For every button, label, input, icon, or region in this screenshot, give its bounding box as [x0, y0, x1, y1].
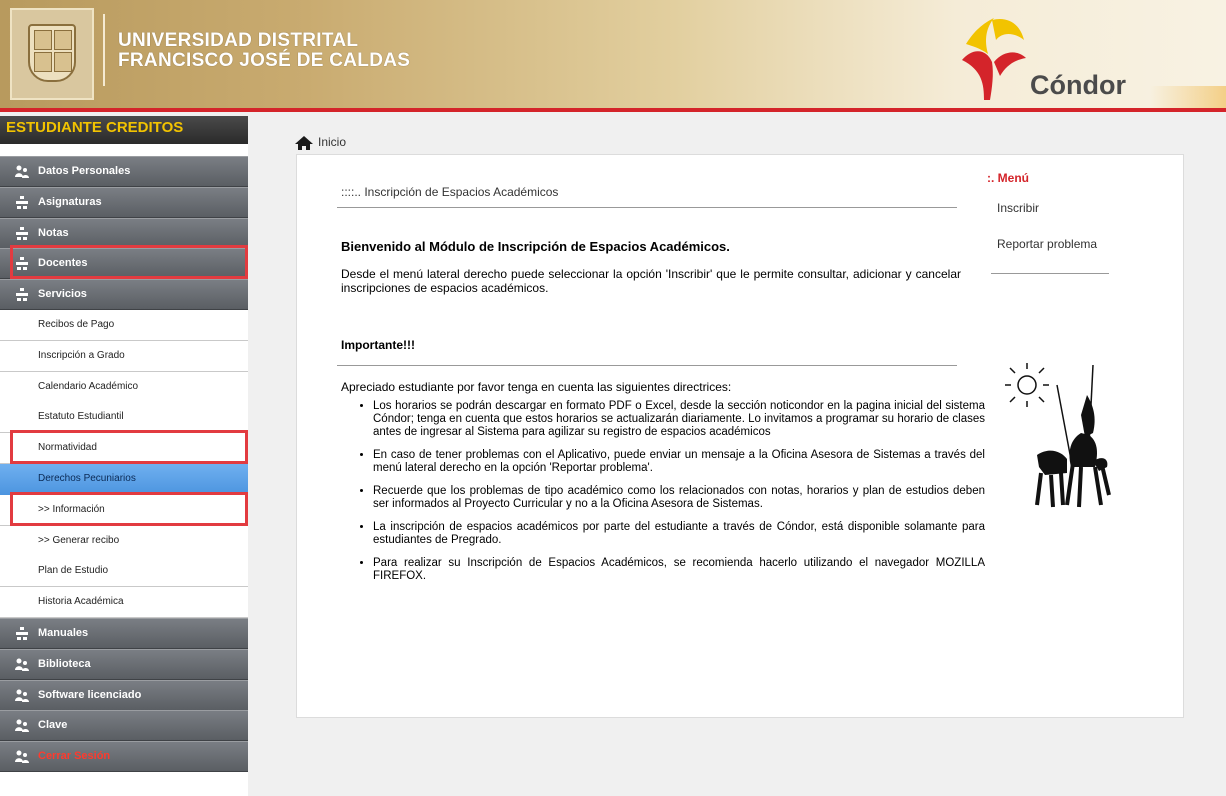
sidebar-item-plan-de-estudio[interactable]: Plan de Estudio [0, 556, 248, 587]
sidebar-item-label: Biblioteca [38, 658, 91, 670]
sidebar-item-label: Clave [38, 719, 68, 731]
user-group-icon [14, 657, 30, 673]
sidebar-item-calendario-academico[interactable]: Calendario Académico [0, 372, 248, 403]
sidebar-item-recibos-de-pago[interactable]: Recibos de Pago [0, 310, 248, 341]
sidebar-item-label: Datos Personales [38, 165, 131, 177]
important-heading: Importante!!! [341, 338, 415, 352]
page-title: ::::.. Inscripción de Espacios Académico… [341, 185, 559, 199]
sidebar-item-informacion[interactable]: >> Información [0, 495, 248, 526]
sidebar-item-cerrar-sesion[interactable]: Cerrar Sesión [0, 741, 248, 772]
sidebar-item-historia-academica[interactable]: Historia Académica [0, 587, 248, 618]
sidebar-item-normatividad[interactable]: Normatividad [0, 433, 248, 464]
app-header: UNIVERSIDAD DISTRITAL FRANCISCO JOSÉ DE … [0, 0, 1226, 112]
list-item: Recuerde que los problemas de tipo acadé… [373, 485, 985, 511]
divider [991, 273, 1109, 274]
reportar-problema-link[interactable]: Reportar problema [997, 237, 1097, 251]
directrices-list: Los horarios se podrán descargar en form… [349, 400, 985, 593]
welcome-heading: Bienvenido al Módulo de Inscripción de E… [341, 239, 730, 254]
list-item: La inscripción de espacios académicos po… [373, 521, 985, 547]
university-name-line1: UNIVERSIDAD DISTRITAL [118, 30, 359, 51]
sidebar-item-datos-personales[interactable]: Datos Personales [0, 156, 248, 187]
content-panel: ::::.. Inscripción de Espacios Académico… [296, 154, 1184, 718]
home-icon [295, 136, 313, 150]
sidebar-item-label: Docentes [38, 257, 88, 269]
tree-icon [14, 256, 30, 272]
user-group-icon [14, 749, 30, 765]
sidebar-item-label: >> Información [38, 504, 105, 515]
list-item: Para realizar su Inscripción de Espacios… [373, 557, 985, 583]
right-menu-title: :. Menú [987, 171, 1029, 185]
list-item: En caso de tener problemas con el Aplica… [373, 449, 985, 475]
sidebar-item-label: Servicios [38, 288, 87, 300]
sidebar-item-label: Recibos de Pago [38, 319, 115, 330]
sidebar-item-biblioteca[interactable]: Biblioteca [0, 649, 248, 680]
sidebar-item-estatuto-estudiantil[interactable]: Estatuto Estudiantil [0, 402, 248, 433]
breadcrumb-home-link[interactable]: Inicio [318, 135, 346, 149]
directrices-text: Apreciado estudiante por favor tenga en … [341, 380, 732, 394]
sidebar-item-notas[interactable]: Notas [0, 218, 248, 249]
sidebar-item-label: Notas [38, 227, 69, 239]
sidebar-item-derechos-pecuniarios[interactable]: Derechos Pecuniarios [0, 464, 248, 495]
tree-icon [14, 195, 30, 211]
sidebar-item-asignaturas[interactable]: Asignaturas [0, 187, 248, 218]
tree-icon [14, 287, 30, 303]
sidebar-item-label: Historia Académica [38, 596, 124, 607]
app-name: Cóndor [1030, 70, 1126, 100]
sidebar-title: ESTUDIANTE CREDITOS [0, 116, 248, 144]
user-group-icon [14, 164, 30, 180]
tree-icon [14, 226, 30, 242]
inscribir-link[interactable]: Inscribir [997, 201, 1039, 215]
don-quijote-illustration-icon [1005, 363, 1111, 508]
sidebar-item-label: Manuales [38, 627, 89, 639]
sidebar-title-label: ESTUDIANTE CREDITOS [6, 119, 184, 136]
user-group-icon [14, 688, 30, 704]
sidebar-item-inscripcion-a-grado[interactable]: Inscripción a Grado [0, 341, 248, 372]
sidebar-item-label: Derechos Pecuniarios [38, 473, 136, 484]
sidebar-item-label: >> Generar recibo [38, 535, 120, 546]
sidebar-item-label: Plan de Estudio [38, 565, 109, 576]
list-item: Los horarios se podrán descargar en form… [373, 400, 985, 439]
sidebar-item-manuales[interactable]: Manuales [0, 618, 248, 649]
condor-logo-icon [962, 18, 1026, 100]
sidebar-item-label: Asignaturas [38, 196, 102, 208]
sidebar-item-label: Estatuto Estudiantil [38, 411, 124, 422]
sidebar-item-clave[interactable]: Clave [0, 710, 248, 741]
university-crest-logo [10, 8, 94, 100]
intro-text: Desde el menú lateral derecho puede sele… [341, 267, 961, 295]
sidebar-item-label: Normatividad [38, 442, 97, 453]
sidebar-item-software-licenciado[interactable]: Software licenciado [0, 680, 248, 711]
sidebar-item-generar-recibo[interactable]: >> Generar recibo [0, 526, 248, 557]
tree-icon [14, 626, 30, 642]
sidebar: ESTUDIANTE CREDITOS Datos Personales Asig… [0, 116, 248, 796]
sidebar-item-docentes[interactable]: Docentes [0, 248, 248, 279]
sidebar-item-label: Software licenciado [38, 689, 142, 701]
sidebar-item-label: Inscripción a Grado [38, 350, 125, 361]
university-name-line2: FRANCISCO JOSÉ DE CALDAS [118, 50, 411, 71]
sidebar-item-servicios[interactable]: Servicios [0, 279, 248, 310]
divider [337, 207, 957, 208]
sidebar-item-label: Calendario Académico [38, 381, 139, 392]
user-group-icon [14, 718, 30, 734]
sidebar-item-label: Cerrar Sesión [38, 750, 111, 762]
divider [337, 365, 957, 366]
